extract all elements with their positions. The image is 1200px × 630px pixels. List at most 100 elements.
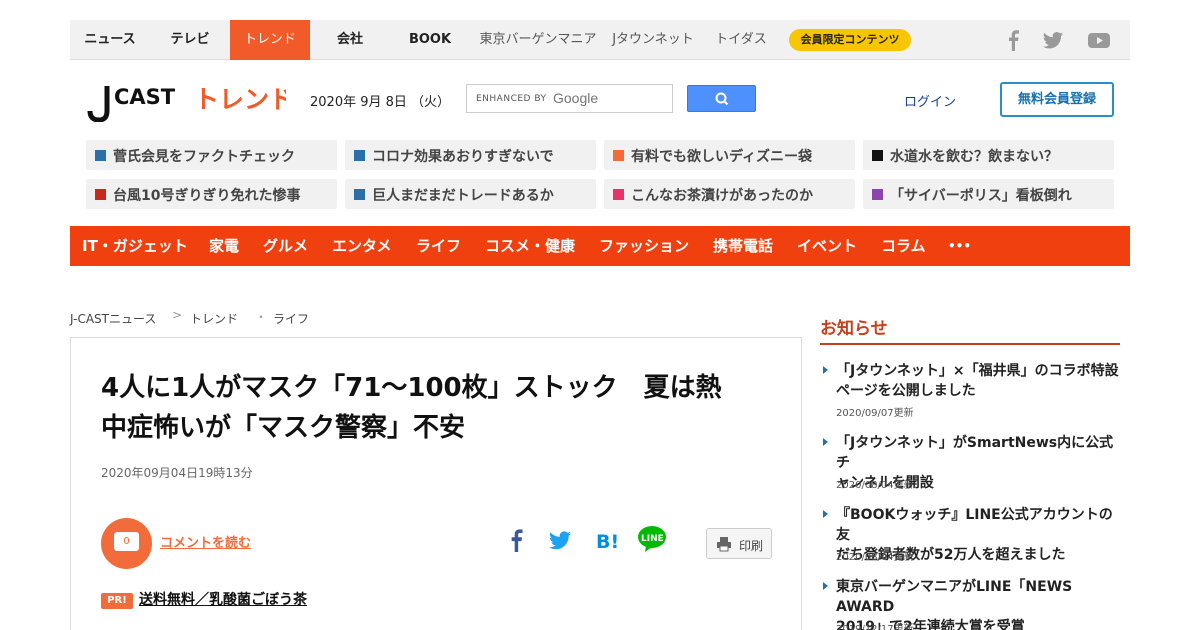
topnav-item-company[interactable]: 会社 <box>310 20 390 60</box>
category-bar: IT・ガジェット 家電 グルメ エンタメ ライフ コスメ・健康 ファッション 携… <box>70 226 1130 266</box>
search-icon <box>715 92 729 106</box>
category-appliances[interactable]: 家電 <box>209 226 239 266</box>
comment-count: 0 <box>114 532 139 551</box>
trending-item[interactable]: コロナ効果あおりすぎないで <box>345 140 596 170</box>
search-button[interactable] <box>687 85 756 112</box>
svg-text:B!: B! <box>596 531 619 552</box>
trending-color-square <box>95 189 106 200</box>
print-label: 印刷 <box>739 539 764 553</box>
notice-title-line: 「Jタウンネット」がSmartNews内に公式チ <box>836 435 1114 471</box>
register-button[interactable]: 無料会員登録 <box>1000 82 1114 117</box>
trending-item[interactable]: こんなお茶漬けがあったのか <box>604 179 855 209</box>
trending-item[interactable]: 巨人まだまだトレードあるか <box>345 179 596 209</box>
topnav-item-tv[interactable]: テレビ <box>150 20 230 60</box>
notice-title: 「Jタウンネット」×「福井県」のコラボ特設 ページを公開しました <box>836 361 1122 401</box>
caret-right-icon <box>823 510 828 518</box>
article-card: 4人に1人がマスク「71～100枚」ストック 夏は熱 中症怖いが「マスク警察」不… <box>70 337 802 630</box>
topnav-item-trend[interactable]: トレンド <box>230 20 310 60</box>
pr-ad-link[interactable]: 送料無料／乳酸菌ごぼう茶 <box>139 589 307 609</box>
trending-item[interactable]: 水道水を飲む？飲まない？ <box>863 140 1114 170</box>
trending-item-label: コロナ効果あおりすぎないで <box>372 149 554 165</box>
search-google-label: Google <box>553 90 599 106</box>
breadcrumb-home[interactable]: J-CASTニュース <box>70 310 156 327</box>
breadcrumb-life[interactable]: ライフ <box>273 310 309 327</box>
topnav-item-toidas[interactable]: トイダス <box>706 20 776 60</box>
trending-item-label: 水道水を飲む？飲まない？ <box>890 149 1058 165</box>
topnav-item-bargain-mania[interactable]: 東京バーゲンマニア <box>474 20 602 60</box>
print-button[interactable]: 印刷 <box>706 528 772 559</box>
category-cosme-health[interactable]: コスメ・健康 <box>485 226 575 266</box>
category-event[interactable]: イベント <box>797 226 857 266</box>
search-input[interactable]: ENHANCED BY Google <box>466 84 673 113</box>
article-headline: 4人に1人がマスク「71～100枚」ストック 夏は熱 中症怖いが「マスク警察」不… <box>101 368 781 448</box>
current-date: 2020年 9月 8日 （火） <box>310 95 451 110</box>
facebook-icon[interactable] <box>1006 29 1020 51</box>
trending-item-label: 有料でも欲しいディズニー袋 <box>631 149 813 165</box>
logo-trend-text: トレンド <box>194 85 286 114</box>
printer-icon <box>717 537 731 552</box>
trending-color-square <box>872 189 883 200</box>
trending-color-square <box>613 150 624 161</box>
notice-title-line: ページを公開しました <box>836 383 976 399</box>
trending-item[interactable]: 「サイバーポリス」看板倒れ <box>863 179 1114 209</box>
category-more[interactable]: ••• <box>948 226 971 266</box>
svg-text:LINE: LINE <box>641 534 664 544</box>
topnav-item-news[interactable]: ニュース <box>70 20 150 60</box>
trending-item-label: 「サイバーポリス」看板倒れ <box>890 188 1072 204</box>
hatena-bookmark-icon[interactable]: B! <box>595 528 619 552</box>
trending-item-label: 巨人まだまだトレードあるか <box>372 188 554 204</box>
trending-color-square <box>872 150 883 161</box>
topnav-item-book[interactable]: BOOK <box>390 20 470 60</box>
breadcrumb-separator: > <box>172 308 183 322</box>
notice-date: 2019/12/17更新 <box>836 624 914 630</box>
trending-color-square <box>95 150 106 161</box>
breadcrumb-trend[interactable]: トレンド <box>190 310 238 327</box>
sidebar-divider <box>820 343 1120 345</box>
article-date: 2020年09月04日19時13分 <box>101 466 253 480</box>
twitter-icon[interactable] <box>548 528 572 552</box>
sidebar-title: お知らせ <box>820 319 888 339</box>
login-link[interactable]: ログイン <box>904 91 956 110</box>
notice-title-line: 『BOOKウォッチ』LINE公式アカウントの友 <box>836 507 1113 543</box>
category-mobile[interactable]: 携帯電話 <box>713 226 773 266</box>
notice-title-line: 東京バーゲンマニアがLINE「NEWS AWARD <box>836 579 1073 615</box>
topnav-item-jtownnet[interactable]: Jタウンネット <box>606 20 700 60</box>
trending-item-label: 台風10号ぎりぎり免れた惨事 <box>113 188 301 204</box>
comment-count-icon[interactable]: 0 <box>101 518 152 569</box>
category-it-gadget[interactable]: IT・ガジェット <box>82 226 188 266</box>
trending-item[interactable]: 台風10号ぎりぎり免れた惨事 <box>86 179 337 209</box>
member-content-pill[interactable]: 会員限定コンテンツ <box>789 29 911 51</box>
facebook-icon[interactable] <box>505 528 527 552</box>
read-comments-link[interactable]: コメントを読む <box>160 532 251 551</box>
notice-date: 2020/08/04更新 <box>836 552 914 563</box>
category-entertainment[interactable]: エンタメ <box>332 226 392 266</box>
twitter-icon[interactable] <box>1042 29 1064 51</box>
caret-right-icon <box>823 582 828 590</box>
top-navigation: ニュース テレビ トレンド 会社 BOOK 東京バーゲンマニア Jタウンネット … <box>70 20 1130 60</box>
youtube-icon[interactable] <box>1087 29 1111 51</box>
headline-line-1: 4人に1人がマスク「71～100枚」ストック 夏は熱 <box>101 373 722 403</box>
search-enhanced-label: ENHANCED BY <box>476 94 547 104</box>
trending-item-label: こんなお茶漬けがあったのか <box>631 188 813 204</box>
trending-color-square <box>354 189 365 200</box>
trending-item[interactable]: 有料でも欲しいディズニー袋 <box>604 140 855 170</box>
trending-color-square <box>354 150 365 161</box>
headline-line-2: 中症怖いが「マスク警察」不安 <box>101 413 466 443</box>
trending-color-square <box>613 189 624 200</box>
notice-date: 2020/09/07更新 <box>836 408 914 419</box>
notice-title-line: 「Jタウンネット」×「福井県」のコラボ特設 <box>836 363 1119 379</box>
category-column[interactable]: コラム <box>881 226 926 266</box>
pr-badge: PR! <box>101 593 133 609</box>
logo-cast-text: CAST <box>114 85 176 109</box>
category-fashion[interactable]: ファッション <box>599 226 689 266</box>
notice-date: 2020/08/04更新 <box>836 480 914 491</box>
caret-right-icon <box>823 366 828 374</box>
caret-right-icon <box>823 438 828 446</box>
jcast-trend-logo[interactable]: CAST トレンド <box>86 78 294 123</box>
trending-item[interactable]: 菅氏会見をファクトチェック <box>86 140 337 170</box>
trending-item-label: 菅氏会見をファクトチェック <box>113 149 295 165</box>
category-life[interactable]: ライフ <box>416 226 461 266</box>
category-gourmet[interactable]: グルメ <box>263 226 308 266</box>
breadcrumb-separator: ・ <box>255 310 268 324</box>
line-icon[interactable]: LINE <box>637 524 667 554</box>
